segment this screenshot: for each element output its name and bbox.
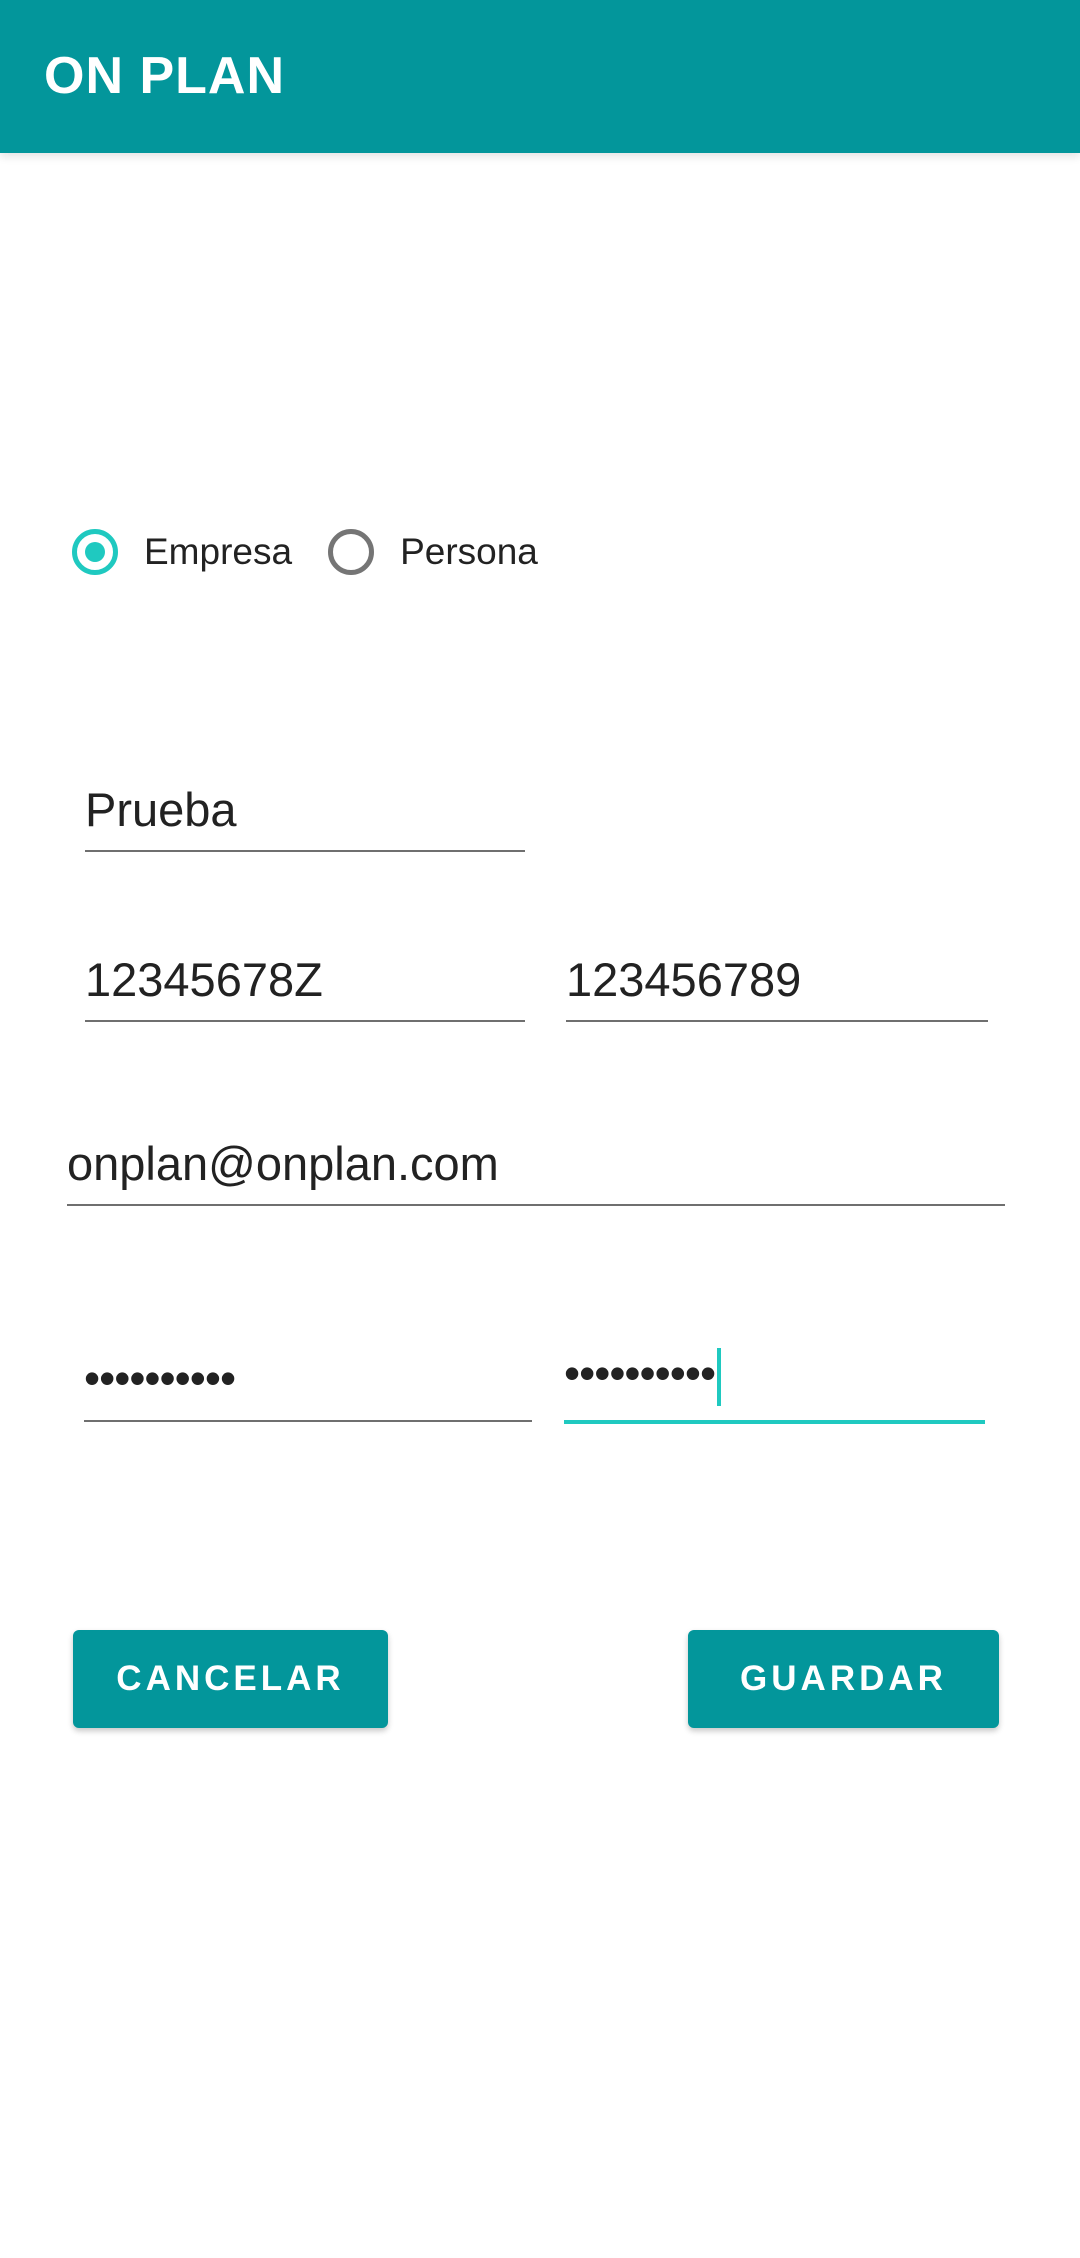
radio-empresa-label[interactable]: Empresa xyxy=(144,529,292,575)
phone-field[interactable]: 123456789 xyxy=(566,940,988,1022)
tax-id-field[interactable]: 12345678Z xyxy=(85,940,525,1022)
name-field-value: Prueba xyxy=(85,783,237,836)
radio-persona[interactable]: Persona xyxy=(328,529,538,575)
password-confirm-field-value: •••••••••• xyxy=(564,1347,716,1400)
radio-checked-icon[interactable] xyxy=(72,529,118,575)
name-field[interactable]: Prueba xyxy=(85,770,525,852)
tax-id-field-value: 12345678Z xyxy=(85,953,323,1006)
app-title: ON PLAN xyxy=(44,47,285,105)
password-confirm-field-value-wrapper: •••••••••• xyxy=(564,1345,722,1406)
email-field[interactable]: onplan@onplan.com xyxy=(67,1124,1005,1206)
radio-persona-label[interactable]: Persona xyxy=(400,529,538,575)
save-button[interactable]: GUARDAR xyxy=(688,1630,999,1728)
text-cursor xyxy=(717,1348,722,1406)
radio-unchecked-icon[interactable] xyxy=(328,529,375,575)
app-bar: ON PLAN xyxy=(0,0,1080,153)
password-confirm-field[interactable]: •••••••••• xyxy=(564,1340,985,1424)
radio-empresa[interactable]: Empresa xyxy=(72,529,292,575)
phone-field-value: 123456789 xyxy=(566,953,802,1006)
cancel-button[interactable]: CANCELAR xyxy=(73,1630,388,1728)
account-type-radio-group: Empresa Persona xyxy=(72,522,538,582)
email-field-value: onplan@onplan.com xyxy=(67,1137,499,1190)
password-field-value: •••••••••• xyxy=(84,1352,236,1404)
password-field[interactable]: •••••••••• xyxy=(84,1340,532,1422)
